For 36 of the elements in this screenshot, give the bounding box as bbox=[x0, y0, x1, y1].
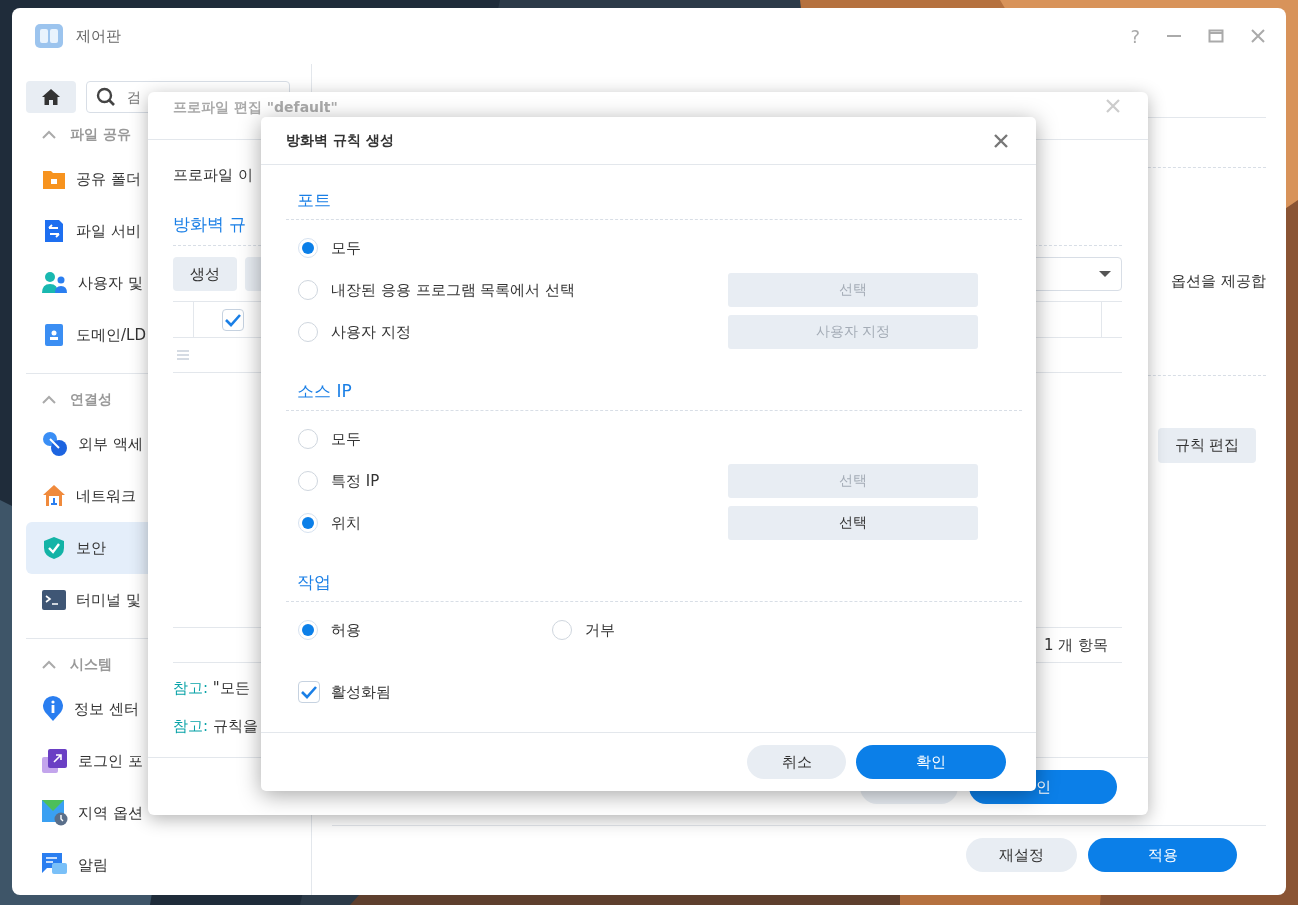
section-title: 작업 bbox=[286, 564, 1022, 602]
sidebar-label: 터미널 및 bbox=[76, 590, 141, 610]
sidebar-label: 네트워크 bbox=[76, 486, 136, 506]
section-title: 파일 공유 bbox=[70, 126, 131, 144]
sidebar-label: 로그인 포 bbox=[78, 751, 143, 771]
section-title: 포트 bbox=[286, 182, 1022, 220]
note-text: 참고: "모든 bbox=[173, 679, 251, 698]
sidebar-label: 파일 서비 bbox=[76, 221, 141, 241]
sidebar-label: 외부 액세 bbox=[78, 434, 143, 454]
sidebar-label: 지역 옵션 bbox=[78, 803, 143, 823]
option-label: 사용자 지정 bbox=[331, 322, 411, 342]
section-title: 방화벽 규 bbox=[173, 213, 248, 236]
option-label: 특정 IP bbox=[331, 471, 380, 491]
dialog-title: 방화벽 규칙 생성 bbox=[286, 131, 394, 150]
option-label: 허용 bbox=[331, 620, 361, 640]
sidebar-label: 정보 센터 bbox=[74, 699, 139, 719]
note-text: 참고: 규칙을 bbox=[173, 717, 259, 736]
section-title: 연결성 bbox=[70, 391, 112, 409]
sidebar-label: 알림 bbox=[78, 855, 108, 875]
window-title: 제어판 bbox=[76, 26, 121, 46]
item-count: 1 개 항목 bbox=[1043, 635, 1108, 655]
sidebar-label: 공유 폴더 bbox=[76, 169, 141, 189]
option-label: 모두 bbox=[331, 429, 361, 449]
option-label: 거부 bbox=[585, 620, 615, 640]
field-label: 프로파일 이 bbox=[173, 166, 253, 185]
option-label: 모두 bbox=[331, 238, 361, 258]
sidebar-label: 보안 bbox=[76, 538, 106, 558]
sidebar-label: 사용자 및 bbox=[78, 273, 143, 293]
option-label: 위치 bbox=[331, 513, 361, 533]
dialog-title: 프로파일 편집 "default" bbox=[173, 99, 338, 117]
sidebar-label: 도메인/LD bbox=[76, 325, 146, 345]
section-title: 소스 IP bbox=[286, 373, 1022, 411]
description-text: 옵션을 제공합 bbox=[1171, 272, 1266, 291]
section-title: 시스템 bbox=[70, 656, 112, 674]
checkbox-label: 활성화됨 bbox=[331, 682, 391, 702]
option-label: 내장된 응용 프로그램 목록에서 선택 bbox=[331, 280, 576, 300]
